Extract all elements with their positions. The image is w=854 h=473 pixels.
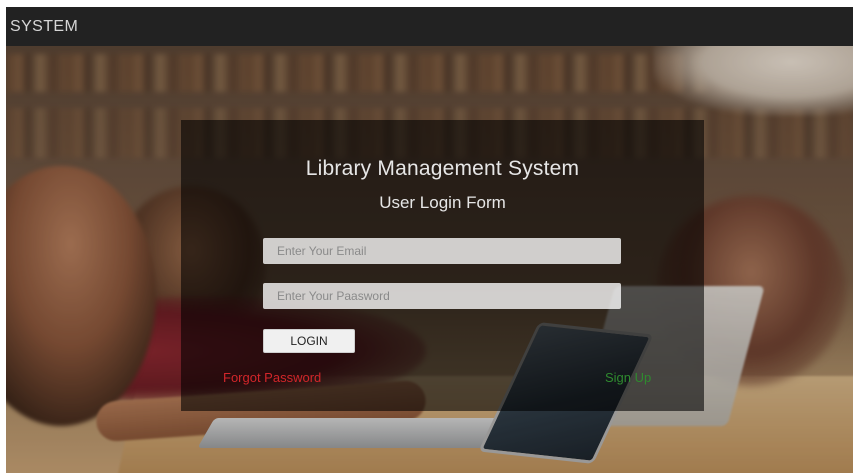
forgot-password-link[interactable]: Forgot Password (223, 370, 321, 385)
login-panel: Library Management System User Login For… (181, 120, 704, 411)
navbar-brand[interactable]: SYSTEM (10, 18, 78, 36)
top-navbar: SYSTEM (6, 7, 853, 46)
email-field[interactable] (263, 238, 621, 264)
app-frame: SYSTEM Library Management System User Lo… (6, 7, 853, 473)
login-button[interactable]: LOGIN (263, 329, 355, 353)
sign-up-link[interactable]: Sign Up (605, 370, 651, 385)
form-subtitle: User Login Form (379, 193, 506, 212)
password-field[interactable] (263, 283, 621, 309)
background-photo: Library Management System User Login For… (6, 46, 853, 473)
page-title: Library Management System (305, 157, 580, 180)
